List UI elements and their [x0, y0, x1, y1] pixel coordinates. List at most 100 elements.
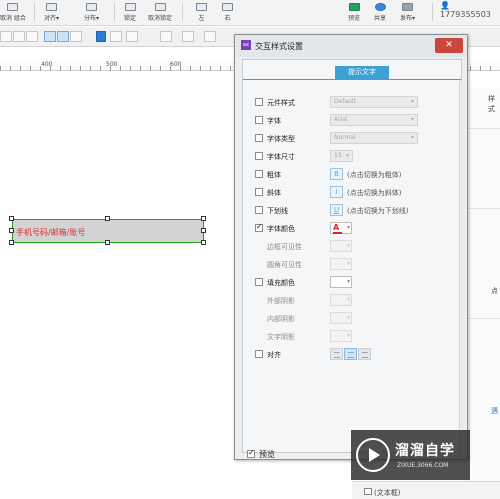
inspector-panel: 样式 点 遇: [466, 88, 500, 499]
distribute-label: 分布▾: [84, 15, 100, 22]
unlock-icon: [154, 3, 166, 11]
lock-label: 锁定: [124, 15, 137, 22]
row-label: 字体尺寸: [267, 153, 295, 161]
valign-middle-icon[interactable]: [57, 31, 69, 42]
user-account[interactable]: 👤 1779355503: [440, 1, 500, 19]
widget-style-checkbox[interactable]: [255, 98, 263, 106]
tab-hint-text[interactable]: 提示文字: [335, 66, 389, 79]
publish-button[interactable]: 发布▾: [400, 3, 415, 22]
toolbar-divider: [34, 3, 35, 21]
font-checkbox[interactable]: [255, 116, 263, 124]
share-icon: [374, 3, 386, 11]
ungroup-label: 取消 组合: [0, 15, 26, 22]
underline-hint: (点击切换为下划线): [347, 207, 409, 215]
line-width-icon[interactable]: [182, 31, 194, 42]
font-color-swatch: [333, 232, 342, 234]
align-center-icon[interactable]: [13, 31, 25, 42]
tab-underline: [243, 79, 461, 80]
inner-shadow-picker: [330, 312, 352, 324]
ruler-label: 500: [106, 61, 118, 68]
fill-color-picker[interactable]: [330, 276, 352, 288]
row-label: 内部阴影: [267, 315, 295, 323]
ungroup-button[interactable]: 取消 组合: [0, 3, 26, 22]
align-left-icon[interactable]: [0, 31, 12, 42]
distribute-icon: [86, 3, 97, 11]
inspector-link-label[interactable]: 遇: [491, 406, 498, 416]
resize-handle[interactable]: [201, 228, 206, 233]
arrange-left-icon: [196, 3, 207, 11]
italic-hint: (点击切换为斜体): [347, 189, 402, 197]
fill-dropdown-icon[interactable]: [110, 31, 122, 42]
preview-button[interactable]: 预览: [348, 3, 360, 22]
inspector-point-label: 点: [491, 287, 498, 295]
textbox-icon: [364, 488, 372, 495]
textbox-label[interactable]: (文本框): [374, 488, 400, 498]
line-style-icon[interactable]: [204, 31, 216, 42]
inspector-style-label: 样式: [488, 95, 495, 113]
valign-top-icon[interactable]: [44, 31, 56, 42]
resize-handle[interactable]: [201, 240, 206, 245]
text-align-center-icon[interactable]: [344, 348, 357, 360]
italic-checkbox[interactable]: [255, 188, 263, 196]
interaction-style-dialog: ax 交互样式设置 ✕ 提示文字 元件样式 Default 字体 Arial 字…: [234, 34, 468, 460]
row-label: 边框可见性: [267, 243, 302, 251]
font-size-checkbox[interactable]: [255, 152, 263, 160]
preview-icon: [348, 3, 360, 11]
inspector-divider: [467, 128, 500, 129]
group-icon: [7, 3, 19, 11]
arrange-left-button[interactable]: 左: [196, 3, 207, 22]
dialog-titlebar[interactable]: ax 交互样式设置 ✕: [235, 35, 467, 57]
fill-color-checkbox[interactable]: [255, 278, 263, 286]
resize-handle[interactable]: [9, 240, 14, 245]
resize-handle[interactable]: [9, 228, 14, 233]
dialog-scrollbar[interactable]: [459, 81, 465, 459]
preview-label: 预览: [348, 15, 361, 22]
user-name: 1779355503: [440, 10, 491, 19]
align-icon: [46, 3, 57, 11]
resize-handle[interactable]: [105, 216, 110, 221]
fill-color-icon[interactable]: [96, 31, 106, 42]
font-type-checkbox[interactable]: [255, 134, 263, 142]
align-right-icon[interactable]: [26, 31, 38, 42]
row-label: 粗体: [267, 171, 281, 179]
text-align-right-icon[interactable]: [358, 348, 371, 360]
underline-toggle-icon[interactable]: U: [330, 204, 343, 216]
inspector-divider: [467, 208, 500, 209]
lock-button[interactable]: 锁定: [124, 3, 136, 22]
distribute-button[interactable]: 分布▾: [84, 3, 99, 22]
watermark-logo: 溜溜自学 ZIXUE.3066.COM: [351, 430, 470, 480]
preview-checkbox[interactable]: [247, 448, 255, 458]
lock-icon: [124, 3, 136, 11]
row-label: 文字阴影: [267, 333, 295, 341]
share-button[interactable]: 共享: [374, 3, 386, 22]
bold-toggle-icon[interactable]: B: [330, 168, 343, 180]
font-type-select[interactable]: Normal: [330, 132, 418, 144]
inspector-divider: [467, 318, 500, 319]
resize-handle[interactable]: [9, 216, 14, 221]
font-color-checkbox[interactable]: [255, 222, 263, 232]
close-icon[interactable]: ✕: [435, 38, 463, 53]
font-color-picker[interactable]: A: [330, 222, 352, 234]
arrange-right-button[interactable]: 右: [222, 3, 233, 22]
align-checkbox[interactable]: [255, 350, 263, 358]
align-button-group: [330, 348, 372, 360]
preview-label: 预览: [259, 450, 275, 459]
valign-bottom-icon[interactable]: [70, 31, 82, 42]
shadow-icon[interactable]: [126, 31, 138, 42]
resize-handle[interactable]: [105, 240, 110, 245]
resize-handle[interactable]: [201, 216, 206, 221]
font-size-select[interactable]: 13: [330, 150, 353, 162]
italic-toggle-icon[interactable]: I: [330, 186, 343, 198]
publish-icon: [402, 3, 413, 11]
main-toolbar: 取消 组合 对齐▾ 分布▾ 锁定 取消锁定 左 右 预览 共享 发布▾ 👤 17…: [0, 0, 500, 26]
corner-visibility-picker: [330, 258, 352, 270]
text-align-left-icon[interactable]: [330, 348, 343, 360]
widget-style-select[interactable]: Default: [330, 96, 418, 108]
toolbar-divider: [432, 3, 433, 21]
align-button[interactable]: 对齐▾: [44, 3, 59, 22]
underline-checkbox[interactable]: [255, 206, 263, 214]
unlock-button[interactable]: 取消锁定: [148, 3, 172, 22]
bold-checkbox[interactable]: [255, 170, 263, 178]
line-color-icon[interactable]: [160, 31, 172, 42]
font-select[interactable]: Arial: [330, 114, 418, 126]
